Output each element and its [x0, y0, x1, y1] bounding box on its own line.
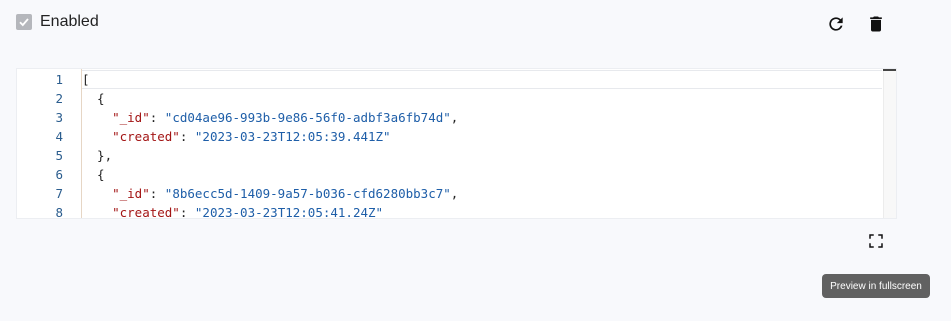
code-token: ,	[450, 186, 459, 201]
line-number: 7	[55, 186, 63, 201]
code-line: "_id": "8b6ecc5d-1409-9a57-b036-cfd6280b…	[82, 184, 458, 203]
code-token: :	[149, 186, 165, 201]
line-number: 8	[55, 205, 63, 219]
code-token: "8b6ecc5d-1409-9a57-b036-cfd6280bb3c7"	[164, 186, 451, 201]
code-line: "_id": "cd04ae96-993b-9e86-56f0-adbf3a6f…	[82, 108, 458, 127]
code-line: "created": "2023-03-23T12:05:39.441Z"	[82, 127, 458, 146]
code-token: {	[82, 91, 105, 106]
code-token: "_id"	[82, 110, 150, 125]
line-numbers: 1 2 3 4 5 6 7 8	[17, 70, 63, 219]
line-number: 3	[55, 110, 63, 125]
code-line: "created": "2023-03-23T12:05:41.24Z"	[82, 203, 458, 219]
code-token: {	[82, 167, 105, 182]
line-number: 6	[55, 167, 63, 182]
scrollbar-thumb[interactable]	[883, 69, 896, 71]
code-line: {	[82, 89, 458, 108]
fullscreen-button[interactable]	[864, 229, 888, 253]
code-token: "2023-03-23T12:05:41.24Z"	[194, 205, 384, 219]
trash-icon	[870, 16, 882, 32]
code-token: ,	[450, 110, 459, 125]
enabled-label: Enabled	[40, 13, 99, 30]
code-content[interactable]: [ { "_id": "cd04ae96-993b-9e86-56f0-adbf…	[82, 70, 458, 219]
code-token: "created"	[82, 205, 180, 219]
editor-scrollbar[interactable]	[883, 69, 896, 218]
fullscreen-tooltip: Preview in fullscreen	[822, 274, 930, 298]
enabled-toggle[interactable]: Enabled	[16, 13, 99, 31]
code-token: "_id"	[82, 186, 150, 201]
check-icon	[19, 18, 29, 27]
fullscreen-icon	[869, 234, 883, 248]
line-number: 1	[55, 72, 63, 87]
code-line: },	[82, 146, 458, 165]
code-token: "cd04ae96-993b-9e86-56f0-adbf3a6fb74d"	[164, 110, 451, 125]
code-token: :	[179, 129, 195, 144]
line-number-gutter: 1 2 3 4 5 6 7 8	[17, 69, 82, 218]
code-token: [	[82, 72, 90, 87]
code-line: {	[82, 165, 458, 184]
line-number: 4	[55, 129, 63, 144]
code-line: [	[82, 70, 458, 89]
code-token: "created"	[82, 129, 180, 144]
code-token: :	[179, 205, 195, 219]
delete-button[interactable]	[864, 12, 888, 36]
refresh-button[interactable]	[824, 12, 848, 36]
line-number: 5	[55, 148, 63, 163]
enabled-checkbox[interactable]	[16, 14, 32, 30]
code-token: :	[149, 110, 165, 125]
code-token: },	[82, 148, 113, 163]
code-token: "2023-03-23T12:05:39.441Z"	[194, 129, 391, 144]
line-number: 2	[55, 91, 63, 106]
refresh-icon	[829, 17, 843, 31]
json-editor[interactable]: 1 2 3 4 5 6 7 8 [ { "_id": "cd04ae96-993b-9e86-…	[16, 68, 897, 219]
